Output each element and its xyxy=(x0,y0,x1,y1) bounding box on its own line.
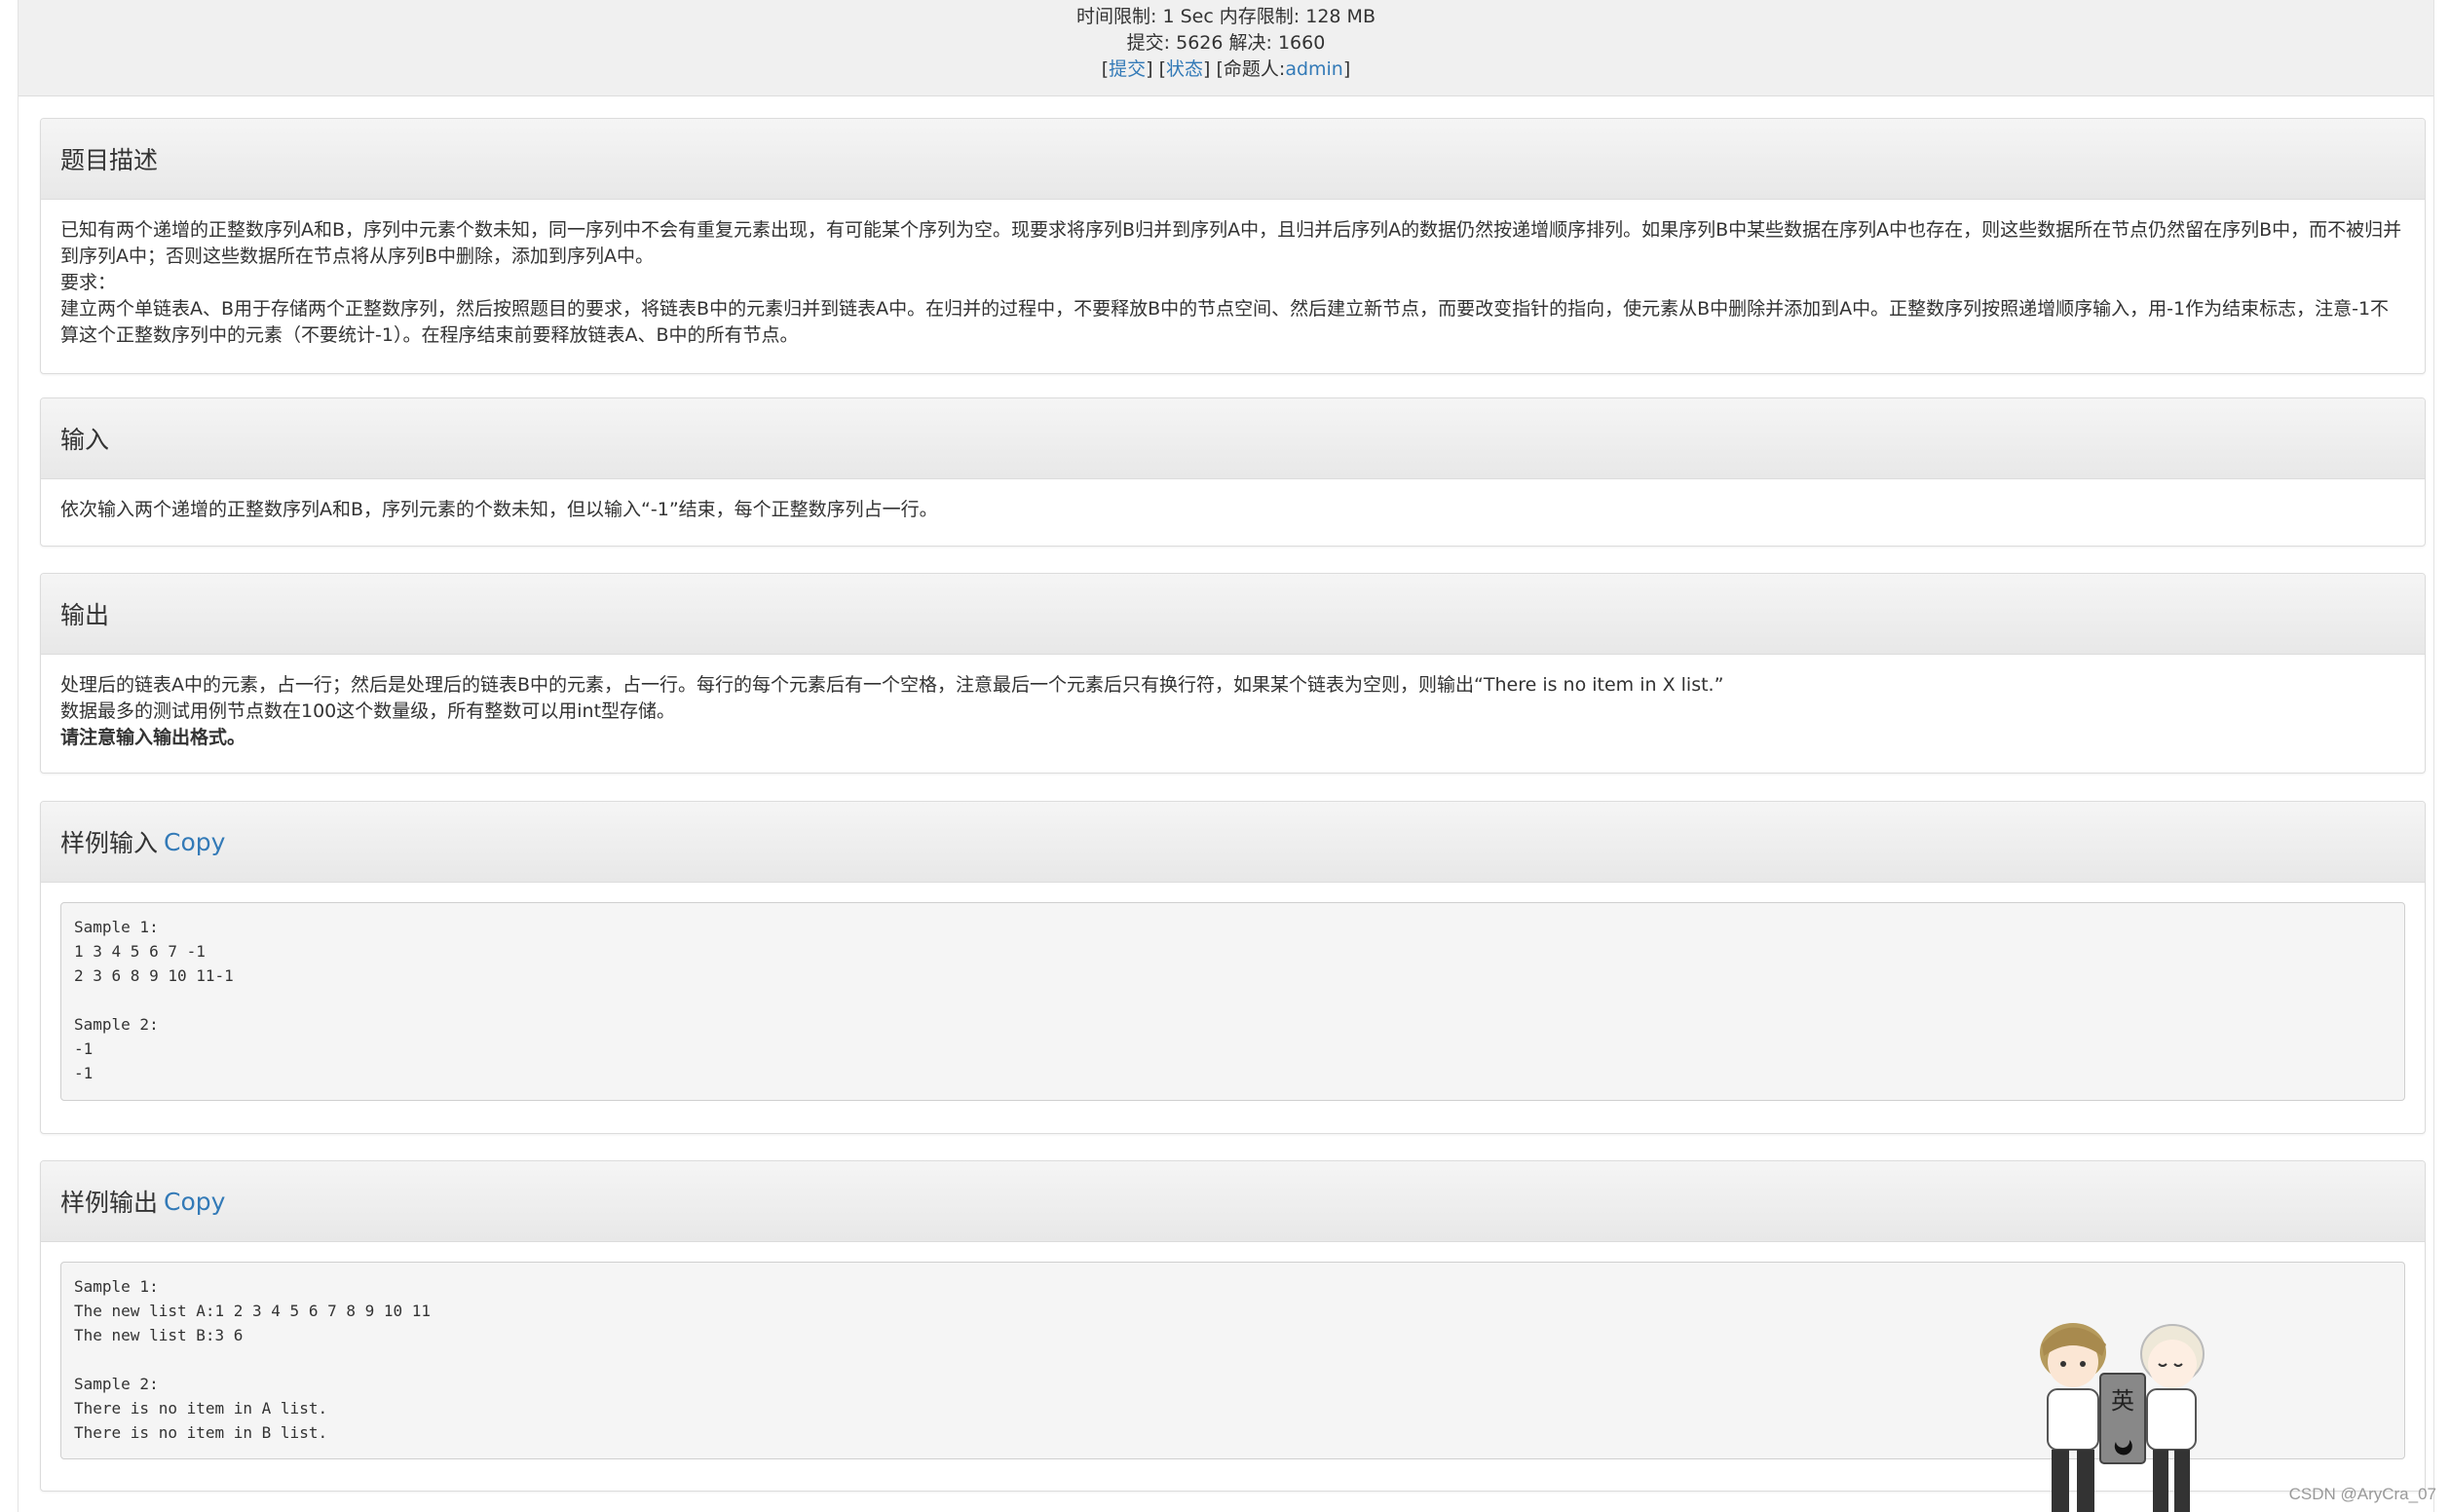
input-text: 依次输入两个递增的正整数序列A和B，序列元素的个数未知，但以输入“-1”结束，每… xyxy=(60,499,938,520)
output-format-note: 请注意输入输出格式。 xyxy=(60,727,246,748)
output-line-1: 处理后的链表A中的元素，占一行；然后是处理后的链表B中的元素，占一行。每行的每个… xyxy=(60,674,1724,696)
sample-input-panel: 样例输入 Copy Sample 1: 1 3 4 5 6 7 -1 2 3 6… xyxy=(40,801,2426,1134)
sample-input-body: Sample 1: 1 3 4 5 6 7 -1 2 3 6 8 9 10 11… xyxy=(41,883,2425,1118)
requirements-label: 要求： xyxy=(60,272,117,293)
description-title: 题目描述 xyxy=(60,146,159,174)
sample-input-copy-button[interactable]: Copy xyxy=(164,828,225,856)
input-title: 输入 xyxy=(60,426,110,454)
header-links: [提交] [状态] [命题人:admin] xyxy=(1101,58,1351,80)
output-title: 输出 xyxy=(60,601,110,629)
input-panel: 输入 依次输入两个递增的正整数序列A和B，序列元素的个数未知，但以输入“-1”结… xyxy=(40,397,2426,547)
output-heading: 输出 xyxy=(41,574,2425,655)
csdn-watermark: CSDN @AryCra_07 xyxy=(2288,1485,2436,1503)
sample-input-code: Sample 1: 1 3 4 5 6 7 -1 2 3 6 8 9 10 11… xyxy=(60,902,2405,1101)
description-body: 已知有两个递增的正整数序列A和B，序列中元素个数未知，同一序列中不会有重复元素出… xyxy=(41,200,2425,366)
setter-link[interactable]: admin xyxy=(1285,58,1343,80)
sample-output-title: 样例输出 xyxy=(60,1189,159,1217)
submit-link[interactable]: 提交 xyxy=(1109,58,1146,80)
sample-output-copy-button[interactable]: Copy xyxy=(164,1188,225,1216)
input-heading: 输入 xyxy=(41,398,2425,479)
sample-output-heading: 样例输出 Copy xyxy=(41,1161,2425,1242)
sample-input-heading: 样例输入 Copy xyxy=(41,802,2425,883)
output-body: 处理后的链表A中的元素，占一行；然后是处理后的链表B中的元素，占一行。每行的每个… xyxy=(41,655,2425,769)
mascot-sign-text: 英 xyxy=(2111,1387,2134,1415)
output-panel: 输出 处理后的链表A中的元素，占一行；然后是处理后的链表B中的元素，占一行。每行… xyxy=(40,573,2426,774)
submission-stats: 提交: 5626 解决: 1660 xyxy=(1126,32,1326,54)
problem-info-header: 时间限制: 1 Sec 内存限制: 128 MB 提交: 5626 解决: 16… xyxy=(19,0,2433,96)
limits-text: 时间限制: 1 Sec 内存限制: 128 MB xyxy=(1076,6,1376,27)
output-line-2: 数据最多的测试用例节点数在100这个数量级，所有整数可以用int型存储。 xyxy=(60,700,676,722)
requirements-paragraph: 建立两个单链表A、B用于存储两个正整数序列，然后按照题目的要求，将链表B中的元素… xyxy=(60,298,2390,346)
sample-input-title: 样例输入 xyxy=(60,829,159,857)
status-link[interactable]: 状态 xyxy=(1166,58,1203,80)
description-panel: 题目描述 已知有两个递增的正整数序列A和B，序列中元素个数未知，同一序列中不会有… xyxy=(40,118,2426,374)
description-paragraph: 已知有两个递增的正整数序列A和B，序列中元素个数未知，同一序列中不会有重复元素出… xyxy=(60,219,2402,267)
input-body: 依次输入两个递增的正整数序列A和B，序列元素的个数未知，但以输入“-1”结束，每… xyxy=(41,479,2425,541)
mascot-illustration: 英 xyxy=(2040,1323,2205,1512)
setter-label: [命题人: xyxy=(1216,58,1286,80)
page-container: 时间限制: 1 Sec 内存限制: 128 MB 提交: 5626 解决: 16… xyxy=(18,0,2434,1512)
description-heading: 题目描述 xyxy=(41,119,2425,200)
